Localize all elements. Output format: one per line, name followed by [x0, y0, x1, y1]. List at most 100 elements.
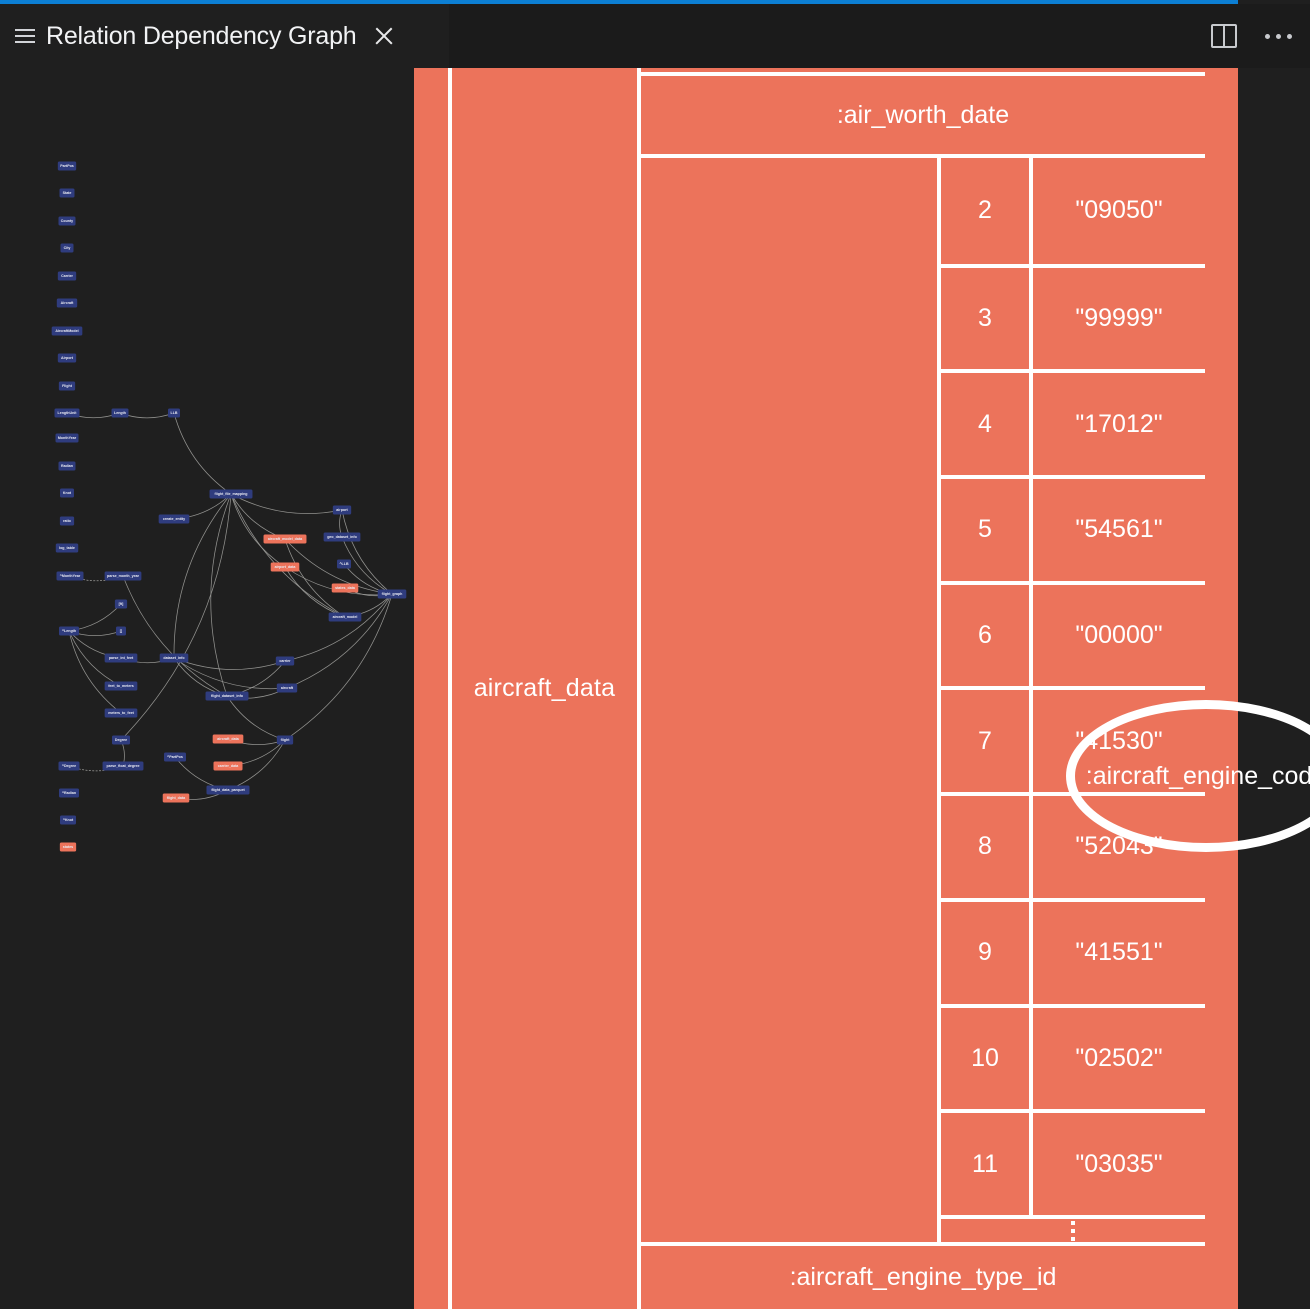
table-row[interactable]: 10 "02502": [941, 1003, 1205, 1110]
graph-node[interactable]: airport_data: [270, 562, 300, 572]
dependency-graph-canvas[interactable]: PartPos State County City Carrier Aircraft Air…: [0, 68, 414, 1309]
graph-node-label: Airport: [61, 356, 74, 360]
table-row[interactable]: 4 "17012": [941, 369, 1205, 476]
more-actions-icon[interactable]: [1263, 28, 1294, 45]
graph-node[interactable]: states: [59, 842, 77, 852]
graph-node[interactable]: ratio: [59, 516, 75, 526]
graph-node[interactable]: Degree: [112, 735, 130, 745]
column-footer-aircraft-engine-type-id[interactable]: :aircraft_engine_type_id: [641, 1246, 1205, 1309]
graph-node[interactable]: Knot: [60, 488, 74, 498]
column-footer-label: :aircraft_engine_type_id: [789, 1263, 1057, 1291]
graph-node-label: State: [63, 191, 72, 195]
graph-node-label: Degree: [115, 738, 127, 742]
graph-node-label: flight_file_mapping: [215, 492, 248, 496]
graph-node-label: meters_to_feet: [108, 711, 134, 715]
graph-node-label: dataset_info: [163, 656, 185, 660]
graph-node[interactable]: aircraft: [276, 683, 298, 693]
graph-node[interactable]: ^Radian: [59, 788, 79, 798]
graph-node[interactable]: log_table: [55, 543, 79, 553]
graph-node[interactable]: ^LLB: [337, 559, 351, 569]
graph-node[interactable]: flight_data_parquet: [206, 785, 250, 795]
graph-edge: [284, 593, 393, 662]
table-row[interactable]: 3 "99999": [941, 263, 1205, 370]
graph-node[interactable]: states_data: [331, 583, 359, 593]
graph-node-label: flight_data: [167, 796, 186, 800]
graph-node-label: [ft]: [119, 602, 124, 606]
graph-node[interactable]: flight_data: [162, 793, 190, 803]
graph-node[interactable]: parse_float_degree: [102, 761, 144, 771]
graph-node[interactable]: Airport: [57, 353, 77, 363]
graph-node[interactable]: LLB: [168, 408, 180, 418]
graph-node[interactable]: County: [58, 216, 76, 226]
graph-node[interactable]: State: [59, 188, 75, 198]
graph-node[interactable]: flight: [276, 735, 294, 745]
graph-node[interactable]: parse_month_year: [104, 571, 142, 581]
graph-node[interactable]: Flight: [58, 381, 76, 391]
graph-node-label: parse_float_degree: [107, 764, 140, 768]
column-header-air-worth-date[interactable]: :air_worth_date: [641, 76, 1205, 154]
table-row[interactable]: 5 "54561": [941, 475, 1205, 581]
graph-node[interactable]: aircraft_model_data: [263, 534, 307, 544]
graph-node-label: states: [63, 845, 73, 849]
graph-node[interactable]: Aircraft: [56, 298, 78, 308]
graph-node[interactable]: ^PartPos: [164, 752, 186, 762]
column-aircraft-engine-code[interactable]: [641, 158, 937, 1242]
graph-node-label: AircraftModel: [55, 329, 78, 333]
graph-node[interactable]: flight_file_mapping: [209, 489, 253, 499]
graph-node-label: ratio: [63, 519, 72, 523]
app-root: Relation Dependency Graph PartPos State Co…: [0, 0, 1310, 1309]
graph-node[interactable]: carrier: [275, 656, 295, 666]
graph-edge: [120, 493, 232, 741]
graph-node[interactable]: ^Degree: [58, 761, 80, 771]
graph-node[interactable]: ^Knot: [60, 815, 76, 825]
graph-node[interactable]: meters_to_feet: [104, 708, 138, 718]
graph-node[interactable]: [ft]: [114, 599, 128, 609]
row-index-cell: 10: [941, 1003, 1033, 1110]
graph-edge: [286, 593, 393, 689]
graph-node-label: feet_to_meters: [108, 684, 134, 688]
graph-node-label: Length: [114, 411, 126, 415]
graph-node-label: aircraft_data: [217, 737, 240, 741]
graph-node[interactable]: PartPos: [57, 161, 77, 171]
row-index-cell: 6: [941, 580, 1033, 687]
graph-node[interactable]: ^MonthYear: [56, 571, 84, 581]
split-editor-icon[interactable]: [1211, 24, 1237, 48]
editor-tab[interactable]: Relation Dependency Graph: [0, 4, 449, 68]
table-row[interactable]: 11 "03035": [941, 1109, 1205, 1215]
graph-node[interactable]: airport: [332, 505, 352, 515]
table-row[interactable]: 2 "09050": [941, 158, 1205, 264]
graph-node-label: aircraft_model: [333, 615, 358, 619]
graph-node[interactable]: Radian: [58, 461, 76, 471]
graph-node-label: City: [64, 246, 71, 250]
graph-node[interactable]: dataset_info: [159, 653, 189, 663]
graph-node-label: PartPos: [60, 164, 74, 168]
row-value-cell: "02502": [1033, 1003, 1205, 1110]
graph-node[interactable]: Length: [111, 408, 129, 418]
graph-node[interactable]: create_entity: [158, 514, 190, 524]
relation-preview-panel[interactable]: aircraft_data :air_worth_date 2 "09050" 3 "…: [414, 68, 1310, 1309]
row-index-cell: 8: [941, 792, 1033, 898]
hamburger-icon[interactable]: [14, 27, 36, 45]
graph-node-label: ^MonthYear: [60, 574, 81, 578]
graph-node[interactable]: Carrier: [57, 271, 77, 281]
graph-node[interactable]: City: [60, 243, 74, 253]
graph-node[interactable]: MonthYear: [55, 433, 79, 443]
table-row[interactable]: 9 "41551": [941, 897, 1205, 1004]
graph-node[interactable]: []: [116, 626, 126, 636]
graph-node[interactable]: flight_dataset_info: [205, 691, 249, 701]
graph-node[interactable]: ^Length: [59, 626, 79, 636]
close-icon[interactable]: [372, 24, 396, 48]
highlighted-column-label: :aircraft_engine_code: [1085, 761, 1310, 790]
graph-node[interactable]: aircraft_model: [328, 612, 362, 622]
row-value-cell: "17012": [1033, 369, 1205, 475]
graph-node[interactable]: flight_graph: [377, 589, 407, 599]
graph-node[interactable]: aircraft_data: [212, 734, 244, 744]
table-row[interactable]: 6 "00000": [941, 580, 1205, 687]
graph-node[interactable]: feet_to_meters: [104, 681, 138, 691]
graph-node[interactable]: geo_dataset_info: [323, 532, 361, 542]
graph-node[interactable]: LengthUnit: [54, 408, 80, 418]
graph-node[interactable]: AircraftModel: [51, 326, 83, 336]
graph-node[interactable]: parse_int_feet: [104, 653, 138, 663]
graph-node[interactable]: carrier_data: [213, 761, 243, 771]
graph-node-label: ^Knot: [63, 818, 74, 822]
